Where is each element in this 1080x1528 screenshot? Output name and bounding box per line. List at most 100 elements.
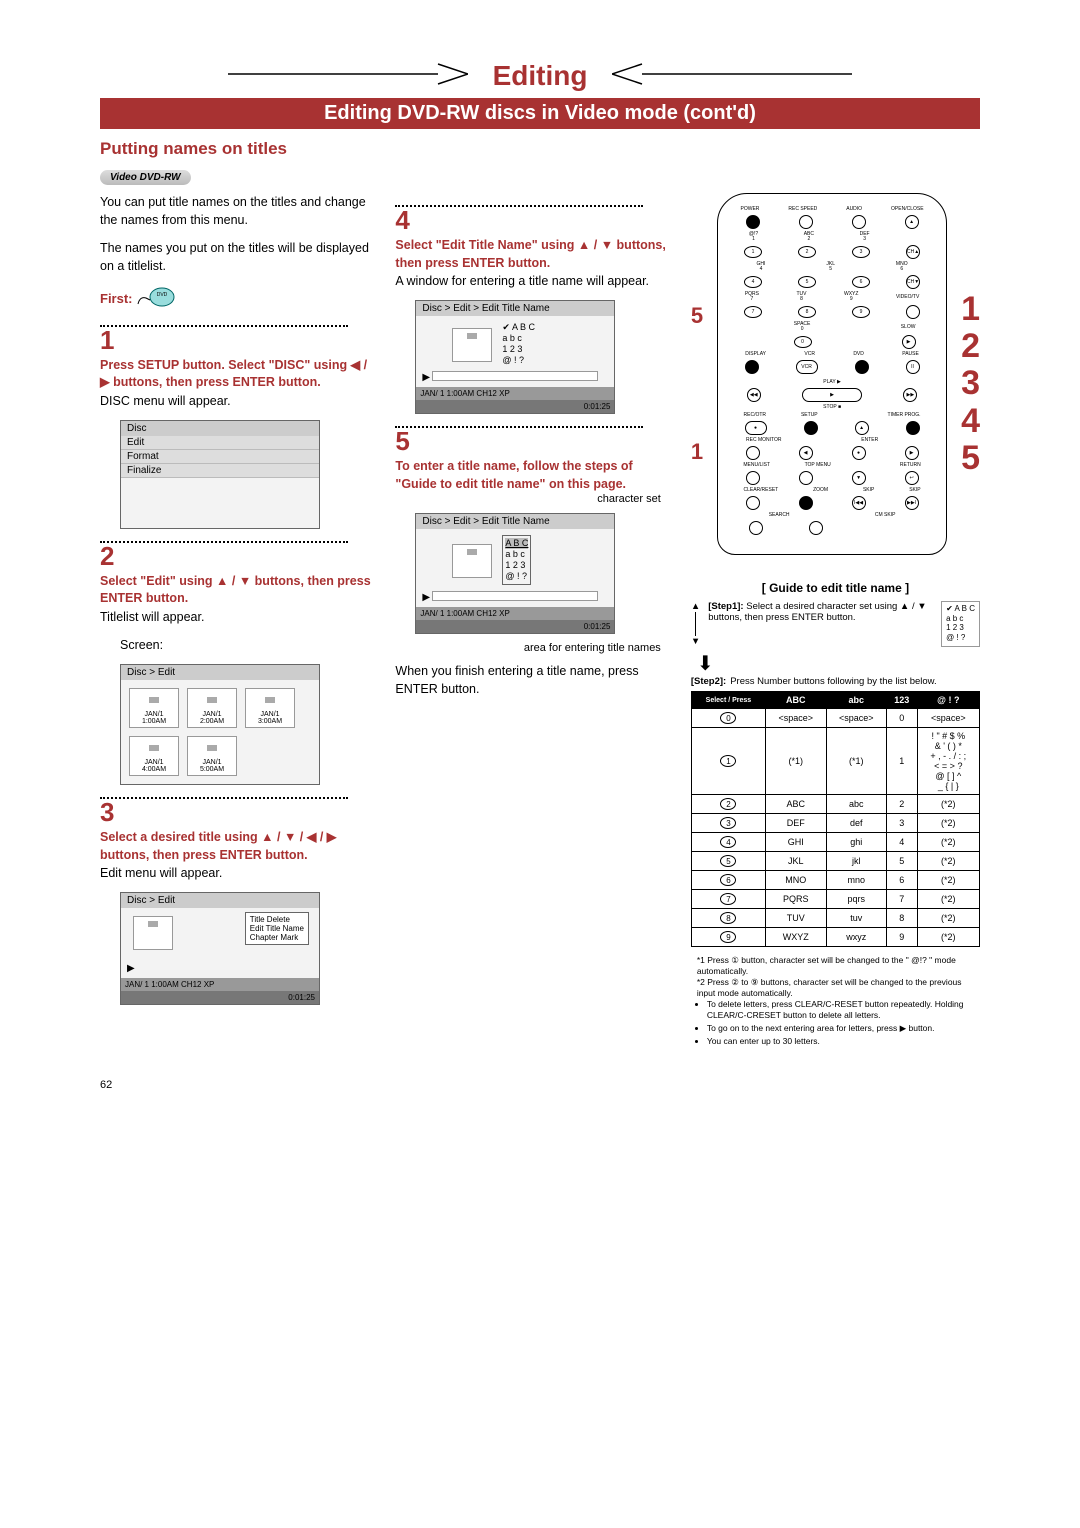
osd-info-left: JAN/ 1 1:00AM CH12 XP [420, 389, 509, 398]
guide-charset: ✔ A B C a b c 1 2 3 @ ! ? [941, 601, 980, 647]
table-cell: (*2) [917, 871, 979, 890]
play-icon: ▶ [422, 592, 430, 603]
table-cell: 1 [886, 728, 917, 795]
table-cell: <space> [826, 709, 886, 728]
table-cell: def [826, 814, 886, 833]
table-cell: abc [826, 795, 886, 814]
table-cell: ABC [766, 795, 826, 814]
table-row: 3DEFdef3(*2) [691, 814, 979, 833]
note-bullet: To go on to the next entering area for l… [707, 1023, 980, 1034]
play-icon: ▶ [422, 372, 430, 383]
callout-1: 1 [691, 439, 703, 465]
remote-control-diagram: POWERREC SPEEDAUDIOOPEN/CLOSE ▲ @!?1ABC2… [717, 193, 947, 555]
column-left: You can put title names on the titles an… [100, 193, 375, 1049]
caption-area: area for entering title names [415, 642, 660, 654]
column-right: 5 1 POWERREC SPEEDAUDIOOPEN/CLOSE ▲ @!?1… [691, 193, 980, 1049]
table-cell: 8 [886, 909, 917, 928]
osd-info-right: 0:01:25 [288, 993, 315, 1002]
step-5-closing: When you finish entering a title name, p… [395, 662, 670, 698]
table-cell: pqrs [826, 890, 886, 909]
table-cell: tuv [826, 909, 886, 928]
osd-item: Edit [121, 436, 319, 450]
table-cell: JKL [766, 852, 826, 871]
column-middle: 4 Select "Edit Title Name" using ▲ / ▼ b… [395, 193, 670, 1049]
page-title: Editing [473, 60, 608, 92]
table-row: 6MNOmno6(*2) [691, 871, 979, 890]
key-button: 1 [691, 728, 765, 795]
section-heading: Putting names on titles [100, 139, 980, 159]
table-cell: GHI [766, 833, 826, 852]
intro-para-2: The names you put on the titles will be … [100, 239, 375, 275]
table-cell: 0 [886, 709, 917, 728]
col-abc-lower: abc [826, 692, 886, 709]
table-cell: TUV [766, 909, 826, 928]
guide-title: [ Guide to edit title name ] [691, 581, 980, 595]
svg-text:DVD: DVD [157, 292, 168, 298]
step-3-osd: Disc > Edit Title Delete Edit Title Name… [120, 892, 320, 1005]
key-button: 6 [691, 871, 765, 890]
table-cell: <space> [766, 709, 826, 728]
step-1-number: 1 [100, 327, 375, 353]
table-row: 5JKLjkl5(*2) [691, 852, 979, 871]
table-cell: 2 [886, 795, 917, 814]
key-button: 2 [691, 795, 765, 814]
table-cell: 4 [886, 833, 917, 852]
sequence-numbers: 1 2 3 4 5 [961, 291, 980, 478]
table-corner: Select / Press [691, 692, 765, 709]
submenu-item: Chapter Mark [250, 933, 304, 942]
osd-item: Finalize [121, 464, 319, 478]
table-cell: 5 [886, 852, 917, 871]
step-1-heading: Press SETUP button. Select "DISC" using … [100, 357, 375, 392]
table-cell: (*2) [917, 833, 979, 852]
step-3-number: 3 [100, 799, 375, 825]
col-abc-upper: ABC [766, 692, 826, 709]
caption-charset: character set [395, 493, 660, 505]
title-thumb: JAN/1 1:00AM [129, 688, 179, 728]
guide-step-2: [Step2]: Press Number buttons following … [691, 676, 980, 687]
table-row: 9WXYZwxyz9(*2) [691, 928, 979, 947]
guide-step-1: ▲▼ [Step1]: Select a desired character s… [691, 601, 980, 647]
guide-notes: *1 Press ① button, character set will be… [691, 955, 980, 1047]
step-2-osd: Disc > Edit JAN/1 1:00AM JAN/1 2:00AM JA… [120, 664, 320, 785]
charset-list: A B C a b c 1 2 3 @ ! ? [502, 535, 531, 584]
title-thumb: JAN/1 3:00AM [245, 688, 295, 728]
osd-info-right: 0:01:25 [584, 622, 611, 631]
table-cell: jkl [826, 852, 886, 871]
edit-submenu: Title Delete Edit Title Name Chapter Mar… [245, 912, 309, 945]
key-button: 3 [691, 814, 765, 833]
osd-header: Disc > Edit [121, 665, 319, 680]
table-cell: (*2) [917, 795, 979, 814]
table-row: 7PQRSpqrs7(*2) [691, 890, 979, 909]
step-4-text: A window for entering a title name will … [395, 272, 670, 290]
arrow-down-icon: ⬇ [697, 651, 980, 676]
table-cell: (*2) [917, 928, 979, 947]
table-row: 4GHIghi4(*2) [691, 833, 979, 852]
play-icon: ▶ [127, 963, 135, 974]
step-1-text: DISC menu will appear. [100, 392, 375, 410]
table-cell: ! " # $ % & ' ( ) * + , - . / : ; < = > … [917, 728, 979, 795]
osd-info-left: JAN/ 1 1:00AM CH12 XP [420, 609, 509, 618]
character-input-table: Select / Press ABC abc 123 @ ! ? 0<space… [691, 691, 980, 947]
table-row: 8TUVtuv8(*2) [691, 909, 979, 928]
step-2-text: Titlelist will appear. [100, 608, 375, 626]
osd-header: Disc > Edit > Edit Title Name [416, 514, 614, 529]
table-cell: ghi [826, 833, 886, 852]
screen-label: Screen: [120, 636, 375, 654]
submenu-item: Edit Title Name [250, 924, 304, 933]
intro-para-1: You can put title names on the titles an… [100, 193, 375, 229]
key-button: 0 [691, 709, 765, 728]
table-row: 2ABCabc2(*2) [691, 795, 979, 814]
table-cell: wxyz [826, 928, 886, 947]
osd-info-right: 0:01:25 [584, 402, 611, 411]
step-1-osd: Disc Edit Format Finalize [120, 420, 320, 529]
key-button: 5 [691, 852, 765, 871]
title-thumb: JAN/1 2:00AM [187, 688, 237, 728]
key-button: 8 [691, 909, 765, 928]
table-cell: 6 [886, 871, 917, 890]
table-cell: WXYZ [766, 928, 826, 947]
table-cell: <space> [917, 709, 979, 728]
charset-list: ✔ A B C a b c 1 2 3 @ ! ? [502, 322, 535, 365]
osd-header: Disc > Edit [121, 893, 319, 908]
osd-item: Format [121, 450, 319, 464]
table-cell: (*2) [917, 814, 979, 833]
